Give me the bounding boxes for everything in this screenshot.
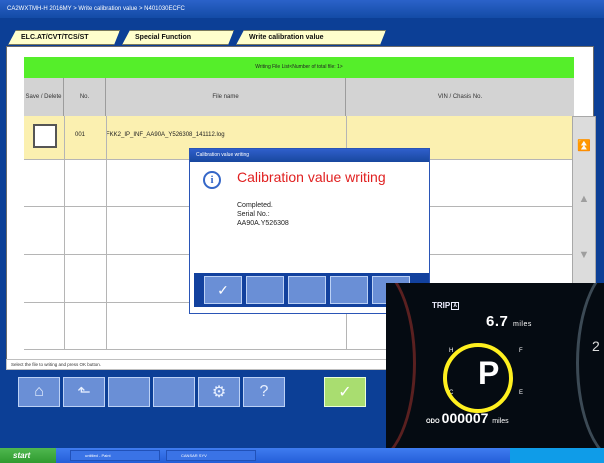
double-chevron-up-icon[interactable]: ⏫: [573, 125, 595, 165]
window-title: CA2WXTMH-H 2016MY > Write calibration va…: [0, 0, 604, 18]
odo-value: 000007: [441, 410, 489, 426]
tab-elc-at[interactable]: ELC.AT/CVT/TCS/ST: [8, 30, 120, 45]
taskbar: start untitled - Paint CANSAR SYV: [0, 448, 604, 463]
check-icon[interactable]: ✓: [324, 377, 366, 407]
system-tray: [510, 448, 604, 463]
trip-value: 6.7 miles: [486, 313, 532, 330]
blank-button[interactable]: [108, 377, 150, 407]
cluster-photo: TRIP A 6.7 miles H C F E P ODO 000007 mile…: [386, 283, 604, 448]
odometer: ODO 000007 miles: [426, 410, 509, 426]
dialog-line: Serial No.:: [237, 211, 270, 218]
header-save-delete: Save / Delete: [24, 78, 64, 116]
speedo-arc: [576, 283, 604, 448]
trip-text: TRIP: [432, 301, 451, 310]
task-cansar[interactable]: CANSAR SYV: [166, 450, 256, 461]
row-file-name: FKK2_IP_INF_AA90A_Y526308_141112.log: [106, 132, 225, 138]
scroll-bar[interactable]: ⏫ ▲ ▼: [572, 116, 596, 306]
check-icon[interactable]: ✓: [204, 276, 242, 304]
save-delete-checkbox[interactable]: [33, 124, 57, 148]
trip-unit: miles: [513, 321, 532, 328]
tab-bar: ELC.AT/CVT/TCS/ST Special Function Write…: [0, 18, 604, 46]
bottom-toolbar: ⌂ ⬑ ⚙ ? ✓: [6, 373, 396, 413]
odo-label: ODO: [426, 419, 440, 425]
back-arrow-icon[interactable]: ⬑: [63, 377, 105, 407]
file-list-banner: Writing File List<Number of total file: …: [24, 57, 574, 78]
chevron-down-icon[interactable]: ▼: [573, 235, 595, 275]
help-icon[interactable]: ?: [243, 377, 285, 407]
trip-number: 6.7: [486, 313, 509, 330]
trip-label: TRIP A: [432, 301, 460, 310]
dialog-line: AA90A.Y526308: [237, 220, 289, 227]
chevron-up-icon[interactable]: ▲: [573, 179, 595, 219]
fuel-e: E: [519, 390, 524, 396]
dialog-heading: Calibration value writing: [237, 169, 386, 185]
header-no: No.: [64, 78, 106, 116]
dialog-line: Completed.: [237, 202, 273, 209]
odo-unit: miles: [492, 418, 509, 425]
table-header: Save / Delete No. File name VIN / Chasis…: [24, 78, 574, 116]
header-vin: VIN / Chasis No.: [437, 94, 483, 100]
task-paint[interactable]: untitled - Paint: [70, 450, 160, 461]
trip-letter: A: [451, 302, 460, 310]
tab-write-calibration[interactable]: Write calibration value: [236, 30, 386, 45]
start-button[interactable]: start: [0, 448, 56, 463]
home-icon[interactable]: ⌂: [18, 377, 60, 407]
col-divider: [64, 116, 65, 350]
tach-arc: [386, 283, 416, 448]
blank-button[interactable]: [153, 377, 195, 407]
info-icon: i: [203, 171, 221, 189]
settings-icon[interactable]: ⚙: [198, 377, 240, 407]
app-window: CA2WXTMH-H 2016MY > Write calibration va…: [0, 0, 604, 463]
speedo-number: 2: [592, 338, 600, 354]
col-divider: [106, 116, 107, 350]
dialog-body: Completed. Serial No.: AA90A.Y526308: [237, 201, 289, 228]
gear-indicator: P: [478, 355, 500, 391]
header-file-name: File name: [106, 78, 346, 116]
fuel-f: F: [519, 348, 523, 354]
blank-button[interactable]: [288, 276, 326, 304]
row-no: 001: [75, 132, 86, 138]
blank-button[interactable]: [330, 276, 368, 304]
tab-special-function[interactable]: Special Function: [122, 30, 234, 45]
blank-button[interactable]: [246, 276, 284, 304]
dialog-title: Calibration value writing: [190, 149, 429, 162]
